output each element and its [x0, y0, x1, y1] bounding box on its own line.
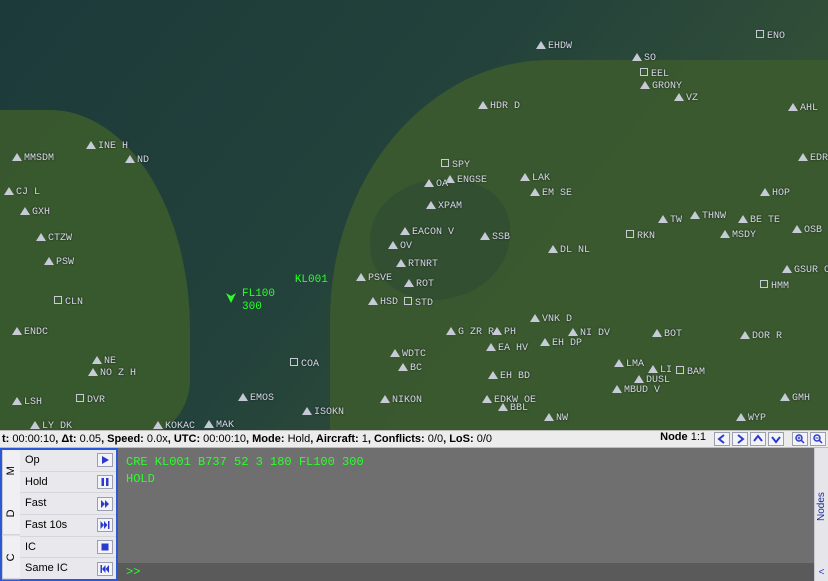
ctrl-row-same-ic: Same IC — [20, 557, 116, 579]
radar-map[interactable]: KL001 FL100 300 EHDWSOENOEELGRONYVZAHLHD… — [0, 0, 828, 430]
bottom-panel: M D C Op Hold Fast Fast 10s IC Same IC CRE KL… — [0, 448, 828, 581]
nodes-tab[interactable]: Nodes — [817, 448, 827, 565]
aircraft-icon — [224, 290, 238, 304]
pan-left-button[interactable] — [714, 432, 730, 446]
status-text: t: 00:00:10, Δt: 0.05, Speed: 0.0x, UTC:… — [2, 434, 492, 445]
ctrl-row-fast-10s: Fast 10s — [20, 514, 116, 536]
aircraft-symbol[interactable]: KL001 FL100 300 — [224, 262, 264, 345]
status-right: Node 1:1 — [660, 432, 826, 446]
nav-sep — [786, 432, 790, 446]
vtab-m[interactable]: M — [2, 450, 20, 492]
pan-down-button[interactable] — [768, 432, 784, 446]
vtab-d[interactable]: D — [2, 492, 20, 535]
ctrl-row-op: Op — [20, 450, 116, 471]
terrain-layer — [0, 0, 828, 430]
ff-button[interactable] — [97, 497, 113, 511]
ctrl-label: Hold — [25, 477, 48, 488]
ctrl-label: Same IC — [25, 563, 68, 574]
zoom-in-button[interactable] — [792, 432, 808, 446]
status-bar: t: 00:00:10, Δt: 0.05, Speed: 0.0x, UTC:… — [0, 430, 828, 448]
right-side-panel: Nodes < — [814, 448, 828, 581]
control-vtabs: M D C — [2, 450, 20, 579]
stop-button[interactable] — [97, 540, 113, 554]
pan-right-button[interactable] — [732, 432, 748, 446]
begin-button[interactable] — [97, 562, 113, 576]
collapse-chevron-icon[interactable]: < — [819, 565, 825, 581]
ffend-button[interactable] — [97, 518, 113, 532]
play-button[interactable] — [97, 453, 113, 467]
pause-button[interactable] — [97, 475, 113, 489]
ctrl-label: Fast — [25, 498, 46, 509]
ctrl-label: Fast 10s — [25, 520, 67, 531]
aircraft-label: KL001 FL100 300 — [242, 260, 328, 315]
vtab-c[interactable]: C — [2, 536, 20, 579]
pan-up-button[interactable] — [750, 432, 766, 446]
ctrl-label: IC — [25, 542, 36, 553]
ctrl-row-fast: Fast — [20, 492, 116, 514]
ctrl-label: Op — [25, 455, 40, 466]
console-line-1: CRE KL001 B737 52 3 180 FL100 300 — [126, 454, 806, 471]
command-input[interactable] — [118, 563, 814, 581]
console-line-2: HOLD — [126, 471, 806, 488]
ctrl-row-hold: Hold — [20, 471, 116, 493]
command-console: CRE KL001 B737 52 3 180 FL100 300 HOLD — [118, 448, 814, 581]
zoom-out-button[interactable] — [810, 432, 826, 446]
ctrl-row-ic: IC — [20, 536, 116, 558]
control-panel: M D C Op Hold Fast Fast 10s IC Same IC — [0, 448, 118, 581]
